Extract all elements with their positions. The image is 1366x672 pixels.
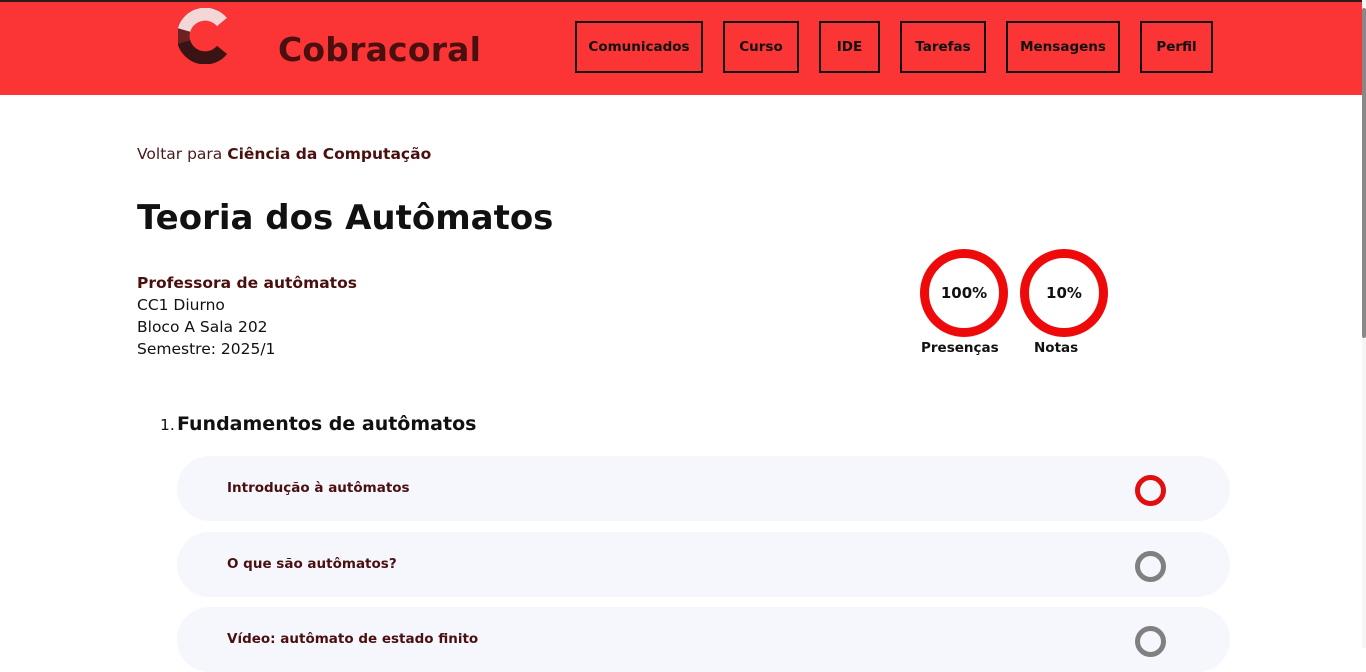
nav-comunicados-button[interactable]: Comunicados [575, 21, 703, 73]
section-title: Fundamentos de autômatos [177, 413, 477, 435]
status-active-ring-icon [1135, 475, 1166, 506]
top-navigation-bar: Cobracoral Comunicados Curso IDE Tarefas… [0, 2, 1366, 95]
lesson-title: Vídeo: autômato de estado finito [227, 631, 479, 647]
section-number: 1. [160, 416, 175, 434]
course-semester: Semestre: 2025/1 [137, 340, 276, 358]
lesson-title: O que são autômatos? [227, 556, 397, 572]
lesson-item[interactable]: Introdução à autômatos [177, 456, 1230, 521]
course-professor[interactable]: Professora de autômatos [137, 272, 357, 294]
page-scrollbar[interactable] [1362, 0, 1366, 648]
nav-mensagens-button[interactable]: Mensagens [1006, 21, 1120, 73]
course-title: Teoria dos Autômatos [137, 198, 554, 238]
course-info: Professora de autômatos CC1 Diurno Bloco… [137, 272, 357, 360]
cobracoral-logo-icon[interactable] [176, 7, 228, 65]
course-room: Bloco A Sala 202 [137, 318, 268, 336]
scrollbar-thumb[interactable] [1362, 8, 1366, 338]
course-class: CC1 Diurno [137, 296, 225, 314]
status-pending-ring-icon [1135, 626, 1166, 657]
nav-tarefas-button[interactable]: Tarefas [900, 21, 986, 73]
grades-progress-ring: 10% [1020, 249, 1108, 337]
status-pending-ring-icon [1135, 551, 1166, 582]
lesson-item[interactable]: Vídeo: autômato de estado finito [177, 607, 1230, 672]
grades-label: Notas [1034, 340, 1079, 356]
breadcrumb: Voltar para Ciência da Computação [137, 145, 431, 163]
grades-value: 10% [1046, 284, 1082, 302]
lesson-title: Introdução à autômatos [227, 480, 410, 496]
attendance-progress-ring: 100% [920, 249, 1008, 337]
nav-curso-button[interactable]: Curso [723, 21, 799, 73]
nav-ide-button[interactable]: IDE [819, 21, 880, 73]
breadcrumb-prefix: Voltar para [137, 145, 228, 163]
brand-name[interactable]: Cobracoral [278, 30, 481, 69]
lesson-item[interactable]: O que são autômatos? [177, 532, 1230, 597]
attendance-label: Presenças [921, 340, 999, 356]
breadcrumb-link[interactable]: Ciência da Computação [227, 145, 431, 163]
nav-perfil-button[interactable]: Perfil [1140, 21, 1213, 73]
attendance-value: 100% [940, 284, 988, 302]
